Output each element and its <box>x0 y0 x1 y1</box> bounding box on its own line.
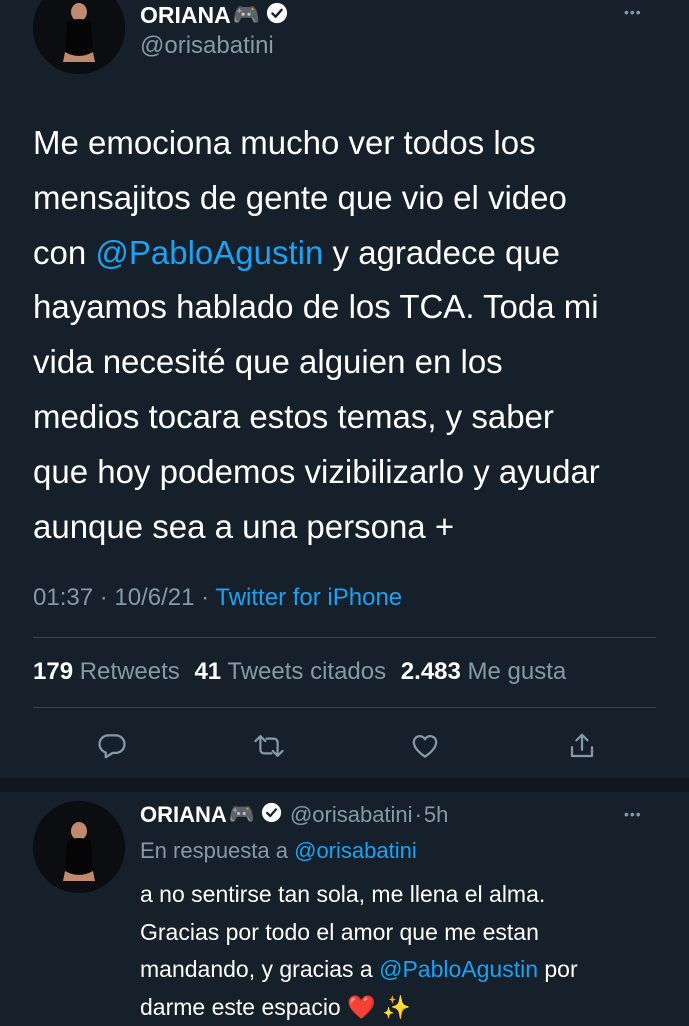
in-reply-to: En respuesta a @orisabatini <box>140 838 417 864</box>
retweets-label: Retweets <box>80 658 180 685</box>
reply-line: Gracias por todo el amor que me estan <box>140 914 680 952</box>
divider <box>33 707 656 708</box>
heart-sparkles-emoji: ❤️ ✨ <box>347 994 411 1020</box>
tweet-line: Me emociona mucho ver todos los <box>33 116 683 171</box>
heart-icon <box>410 731 440 761</box>
retweet-icon <box>253 731 285 761</box>
tweet-time: 01:37 <box>33 584 93 611</box>
reply-body: a no sentirse tan sola, me llena el alma… <box>140 876 680 1026</box>
meta-dot: · <box>100 584 108 611</box>
tweet-line: hayamos hablado de los TCA. Toda mi <box>33 280 683 335</box>
tweet-stats: 179 Retweets 41 Tweets citados 2.483 Me … <box>33 658 566 686</box>
retweets-count: 179 <box>33 658 73 685</box>
share-button[interactable] <box>562 726 602 766</box>
quotes-stat[interactable]: 41 Tweets citados <box>194 658 386 685</box>
reply-icon <box>97 731 127 761</box>
author-handle[interactable]: @orisabatini <box>140 32 274 60</box>
tweet-line: mensajitos de gente que vio el video <box>33 171 683 226</box>
reply-author-handle[interactable]: @orisabatini <box>290 802 413 828</box>
tweet-line: con @PabloAgustin y agradece que <box>33 226 683 281</box>
author-name-row: ORIANA 🎮 <box>140 0 288 30</box>
tweet-source-link[interactable]: Twitter for iPhone <box>215 584 402 611</box>
share-icon <box>567 731 597 761</box>
retweets-stat[interactable]: 179 Retweets <box>33 658 180 685</box>
in-reply-handle[interactable]: @orisabatini <box>294 838 417 863</box>
tweet-separator <box>0 778 689 792</box>
meta-dot: · <box>201 584 209 611</box>
likes-count: 2.483 <box>401 658 461 685</box>
reply-line: a no sentirse tan sola, me llena el alma… <box>140 876 680 914</box>
quotes-count: 41 <box>194 658 221 685</box>
reply-author-row: ORIANA 🎮 @orisabatini · 5h <box>140 800 448 830</box>
mention-link[interactable]: @PabloAgustin <box>95 234 323 271</box>
reply-button[interactable] <box>92 726 132 766</box>
tweet-actions <box>92 726 602 766</box>
tweet-line: vida necesité que alguien en los <box>33 335 683 390</box>
gamepad-emoji: 🎮 <box>229 803 255 827</box>
reply-line: mandando, y gracias a @PabloAgustin por <box>140 951 680 989</box>
reply-author-display-name[interactable]: ORIANA <box>140 802 227 828</box>
quotes-label: Tweets citados <box>227 658 386 685</box>
more-options-icon[interactable]: ••• <box>624 806 642 822</box>
divider <box>33 637 656 638</box>
reply-age: 5h <box>424 802 448 828</box>
tweet-line-part: con <box>33 234 95 271</box>
tweet-line: medios tocara estos temas, y saber <box>33 390 683 445</box>
avatar[interactable] <box>33 0 125 74</box>
reply-line-part: por <box>538 956 578 982</box>
tweet-body: Me emociona mucho ver todos los mensajit… <box>33 116 683 554</box>
verified-badge-icon <box>261 802 282 828</box>
likes-label: Me gusta <box>468 658 567 685</box>
more-options-icon[interactable]: ••• <box>624 4 642 20</box>
likes-stat[interactable]: 2.483 Me gusta <box>401 658 566 685</box>
tweet-line-part: y agradece que <box>323 234 560 271</box>
meta-dot: · <box>415 802 422 828</box>
reply-line: darme este espacio ❤️ ✨ <box>140 989 680 1026</box>
author-display-name[interactable]: ORIANA <box>140 2 231 29</box>
like-button[interactable] <box>405 726 445 766</box>
gamepad-emoji: 🎮 <box>233 2 260 28</box>
tweet-date: 10/6/21 <box>114 584 194 611</box>
verified-badge-icon <box>266 2 288 29</box>
retweet-button[interactable] <box>249 726 289 766</box>
avatar[interactable] <box>33 801 125 893</box>
tweet-line: que hoy podemos vizibilizarlo y ayudar <box>33 445 683 500</box>
tweet-meta: 01:37 · 10/6/21 · Twitter for iPhone <box>33 584 402 612</box>
reply-line-part: mandando, y gracias a <box>140 956 379 982</box>
mention-link[interactable]: @PabloAgustin <box>379 956 538 982</box>
in-reply-prefix: En respuesta a <box>140 838 288 863</box>
reply-line-part: darme este espacio <box>140 994 341 1020</box>
tweet-line: aunque sea a una persona + <box>33 500 683 555</box>
